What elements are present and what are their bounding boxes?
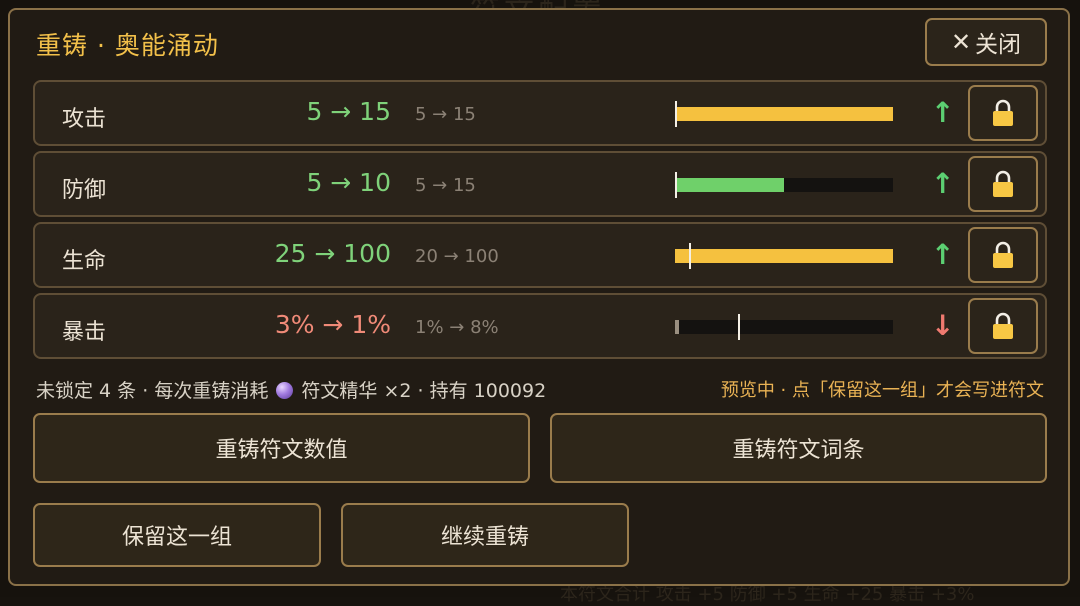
stat-roll-range: 5 → 15 bbox=[415, 104, 476, 125]
cost-item: 符文精华 ×2 bbox=[301, 380, 412, 402]
stat-previous-marker bbox=[675, 101, 677, 127]
lock-toggle-crit[interactable] bbox=[968, 298, 1038, 354]
stat-roll-bar bbox=[675, 101, 893, 127]
arrow-up-icon: ↑ bbox=[931, 96, 955, 129]
arrow-up-icon: ↑ bbox=[931, 167, 955, 200]
stat-roll-range: 5 → 15 bbox=[415, 175, 476, 196]
close-button[interactable]: ✕ 关闭 bbox=[925, 18, 1047, 66]
stat-name: 生命 bbox=[62, 249, 107, 274]
stat-name: 暴击 bbox=[62, 320, 107, 345]
reforge-cost-info: 未锁定 4 条 · 每次重铸消耗 符文精华 ×2 · 持有 100092 bbox=[36, 376, 546, 403]
stat-change-value: 5 → 10 bbox=[306, 168, 391, 197]
separator: · bbox=[417, 380, 424, 402]
stat-roll-bar-fill bbox=[675, 178, 784, 192]
arrow-up-icon: ↑ bbox=[931, 238, 955, 271]
stat-previous-marker bbox=[738, 314, 741, 340]
stat-roll-bar bbox=[675, 243, 893, 269]
reroll-values-button[interactable]: 重铸符文数值 bbox=[33, 413, 530, 483]
stat-name: 防御 bbox=[62, 178, 107, 203]
stat-change-value: 25 → 100 bbox=[274, 239, 391, 268]
lock-toggle-defense[interactable] bbox=[968, 156, 1038, 212]
stat-roll-bar-fill bbox=[675, 320, 679, 334]
lock-toggle-health[interactable] bbox=[968, 227, 1038, 283]
stat-roll-range: 20 → 100 bbox=[415, 246, 499, 267]
stat-change-value: 3% → 1% bbox=[274, 310, 391, 339]
stat-roll-bar-fill bbox=[675, 107, 893, 121]
lock-icon bbox=[993, 241, 1013, 268]
keep-set-button[interactable]: 保留这一组 bbox=[33, 503, 321, 567]
reroll-affixes-button[interactable]: 重铸符文词条 bbox=[550, 413, 1047, 483]
close-icon: ✕ bbox=[950, 28, 972, 56]
lock-toggle-attack[interactable] bbox=[968, 85, 1038, 141]
continue-reroll-button[interactable]: 继续重铸 bbox=[341, 503, 629, 567]
lock-icon bbox=[993, 99, 1013, 126]
lock-icon bbox=[993, 312, 1013, 339]
preview-hint: 预览中 · 点「保留这一组」才会写进符文 bbox=[720, 380, 1044, 401]
stat-change-value: 5 → 15 bbox=[306, 97, 391, 126]
stat-roll-bar bbox=[675, 172, 893, 198]
stat-roll-bar bbox=[675, 314, 893, 340]
dialog-title: 重铸 · 奥能涌动 bbox=[36, 31, 219, 60]
rune-essence-orb-icon bbox=[276, 382, 294, 399]
stat-roll-bar-fill bbox=[675, 249, 893, 263]
stat-row-defense: 防御 5 → 10 5 → 15 ↑ bbox=[33, 151, 1047, 217]
cost-prefix: 每次重铸消耗 bbox=[154, 380, 269, 402]
stat-roll-range: 1% → 8% bbox=[415, 317, 499, 338]
arrow-down-icon: ↓ bbox=[931, 309, 955, 342]
unlocked-count: 未锁定 4 条 bbox=[36, 380, 137, 402]
stat-row-health: 生命 25 → 100 20 → 100 ↑ bbox=[33, 222, 1047, 288]
stat-row-crit: 暴击 3% → 1% 1% → 8% ↓ bbox=[33, 293, 1047, 359]
reforge-dialog: 重铸 · 奥能涌动 ✕ 关闭 攻击 5 → 15 5 → 15 ↑ 防御 5 →… bbox=[8, 8, 1070, 586]
separator: · bbox=[142, 380, 149, 402]
close-label: 关闭 bbox=[975, 32, 1022, 58]
lock-icon bbox=[993, 170, 1013, 197]
stat-previous-marker bbox=[688, 243, 691, 269]
stat-name: 攻击 bbox=[62, 107, 107, 132]
stat-row-attack: 攻击 5 → 15 5 → 15 ↑ bbox=[33, 80, 1047, 146]
stat-previous-marker bbox=[675, 172, 677, 198]
holding-count: 持有 100092 bbox=[429, 380, 547, 402]
